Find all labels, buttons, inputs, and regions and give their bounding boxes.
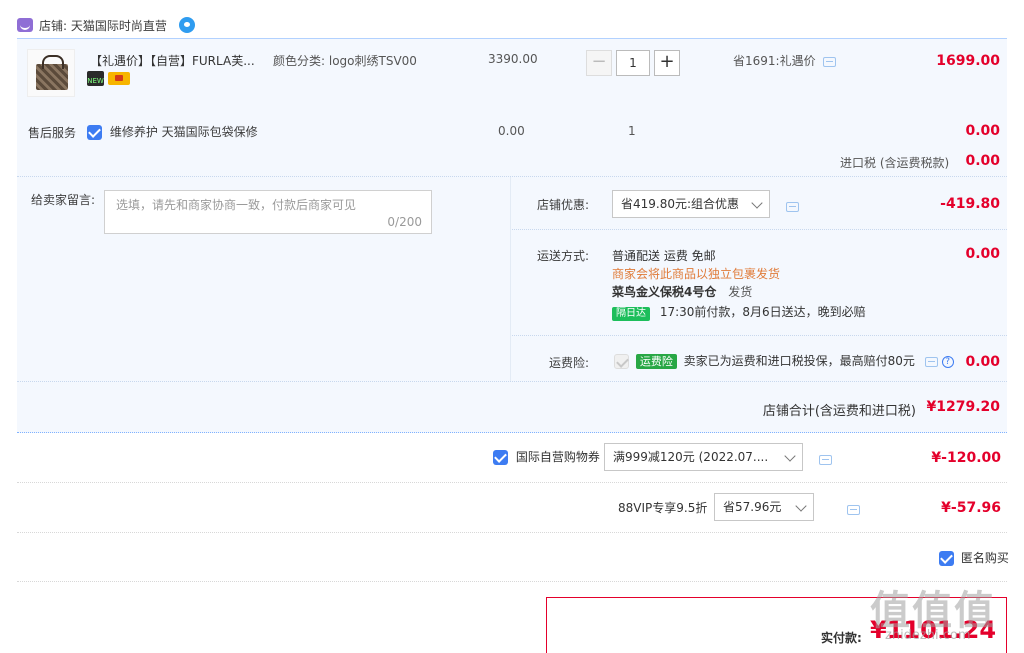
vip-label: 88VIP专享9.5折 <box>618 501 708 515</box>
freight-insurance-label: 运费险: <box>549 356 590 370</box>
quantity-input[interactable]: 1 <box>616 50 650 76</box>
coupon-select[interactable]: 满999减120元 (2022.07.... <box>604 443 803 471</box>
shipping-warehouse: 菜鸟金义保税4号仓 <box>612 285 717 299</box>
shop-name[interactable]: 店铺: 天猫国际时尚直营 <box>39 17 167 34</box>
after-sales-label: 售后服务 <box>28 126 77 140</box>
message-placeholder: 选填，请先和商家协商一致，付款后商家可见 <box>116 198 357 212</box>
freight-insurance-desc: 卖家已为运费和进口税投保，最高赔付80元 <box>683 354 915 368</box>
chat-icon[interactable] <box>819 454 832 465</box>
divider <box>512 335 1007 336</box>
chat-icon[interactable] <box>846 504 860 515</box>
item-subtotal: 1699.00 <box>936 53 1000 69</box>
shop-discount-label: 店铺优惠: <box>537 198 590 212</box>
bag-image <box>36 55 68 90</box>
shipping-notice: 商家会将此商品以独立包裹发货 <box>612 267 781 281</box>
divider <box>17 381 1007 382</box>
shop-total-amount: ¥1279.20 <box>926 399 1000 415</box>
shipping-eta-row: 隔日达 17:30前付款，8月6日送达，晚到必赔 <box>612 303 866 321</box>
after-sales-price: 0.00 <box>498 124 525 138</box>
tax-amount: 0.00 <box>965 153 1000 169</box>
after-sales-option[interactable]: 维修养护 天猫国际包袋保修 <box>87 123 258 140</box>
payment-label: 实付款: <box>821 631 862 645</box>
anonymous-label: 匿名购买 <box>960 551 1009 565</box>
shop-icon <box>17 18 33 32</box>
divider <box>17 482 1007 483</box>
shipping-eta: 17:30前付款，8月6日送达，晚到必赔 <box>659 305 866 319</box>
after-sales-service: 维修养护 天猫国际包袋保修 <box>109 125 258 139</box>
card-badge-icon <box>108 72 130 85</box>
anonymous-checkbox[interactable] <box>939 551 954 566</box>
coupon-checkbox[interactable] <box>493 450 508 465</box>
wangwang-chat-icon[interactable] <box>178 17 195 33</box>
item-title[interactable]: 【礼遇价】【自营】FURLA芙... <box>90 52 255 69</box>
shipping-warehouse-row: 菜鸟金义保税4号仓 发货 <box>612 283 752 300</box>
item-unit-price: 3390.00 <box>488 52 538 66</box>
chevron-down-icon <box>795 500 807 512</box>
new-badge-icon: NEW <box>87 71 104 86</box>
shop-discount-amount: -419.80 <box>940 196 1000 212</box>
order-block: NEW 【礼遇价】【自营】FURLA芙... 颜色分类: logo刺绣TSV00… <box>17 38 1007 433</box>
quantity-increase-button[interactable]: + <box>654 50 680 76</box>
chat-icon[interactable] <box>786 201 799 212</box>
help-icon[interactable]: ? <box>941 355 954 368</box>
after-sales-amount: 0.00 <box>965 123 1000 139</box>
coupon-option[interactable]: 国际自营购物券 <box>493 448 600 465</box>
shipping-label: 运送方式: <box>537 249 590 263</box>
quantity-decrease-button[interactable]: − <box>586 50 612 76</box>
item-thumbnail[interactable] <box>27 49 75 97</box>
divider <box>17 581 1007 582</box>
after-sales-quantity: 1 <box>628 124 636 138</box>
anonymous-option[interactable]: 匿名购买 <box>939 549 1009 566</box>
coupon-value: 满999减120元 (2022.07.... <box>613 450 769 464</box>
coupon-amount: ¥-120.00 <box>931 450 1001 466</box>
message-label: 给卖家留言: <box>31 193 96 207</box>
divider <box>512 229 1007 230</box>
after-sales-checkbox[interactable] <box>87 125 102 140</box>
freight-insurance-amount: 0.00 <box>965 354 1000 370</box>
vip-select[interactable]: 省57.96元 <box>714 493 814 521</box>
item-saving: 省1691:礼遇价 <box>733 52 837 69</box>
item-sku: 颜色分类: logo刺绣TSV00 <box>273 54 417 68</box>
freight-insurance-checkbox <box>614 354 629 369</box>
freight-insurance-tag: 运费险 <box>635 354 677 369</box>
shop-discount-value: 省419.80元:组合优惠 <box>621 197 740 211</box>
tax-label: 进口税 (含运费税款) <box>840 156 950 170</box>
chat-icon[interactable] <box>924 356 938 367</box>
shop-header: 店铺: 天猫国际时尚直营 <box>17 14 195 36</box>
shipping-method: 普通配送 运费 免邮 <box>612 249 716 263</box>
freight-insurance-row: 运费险 卖家已为运费和进口税投保，最高赔付80元 ? <box>614 352 954 369</box>
shipping-amount: 0.00 <box>965 246 1000 262</box>
message-counter: 0/200 <box>387 215 422 229</box>
vip-value: 省57.96元 <box>723 500 782 514</box>
shipping-dispatch: 发货 <box>728 285 753 299</box>
chat-icon[interactable] <box>823 56 837 67</box>
divider <box>17 532 1007 533</box>
message-input[interactable]: 选填，请先和商家协商一致，付款后商家可见 0/200 <box>104 190 432 234</box>
vip-amount: ¥-57.96 <box>941 500 1001 516</box>
watermark-url: zhidezhi.com <box>885 628 971 643</box>
chevron-down-icon <box>784 450 796 462</box>
item-saving-text: 省1691:礼遇价 <box>733 54 816 68</box>
next-day-badge: 隔日达 <box>612 307 650 321</box>
shop-total-label: 店铺合计(含运费和进口税) <box>762 404 916 419</box>
coupon-label: 国际自营购物券 <box>515 450 600 464</box>
chevron-down-icon <box>751 197 763 209</box>
shop-discount-select[interactable]: 省419.80元:组合优惠 <box>612 190 770 218</box>
quantity-stepper: − 1 + <box>586 50 680 76</box>
